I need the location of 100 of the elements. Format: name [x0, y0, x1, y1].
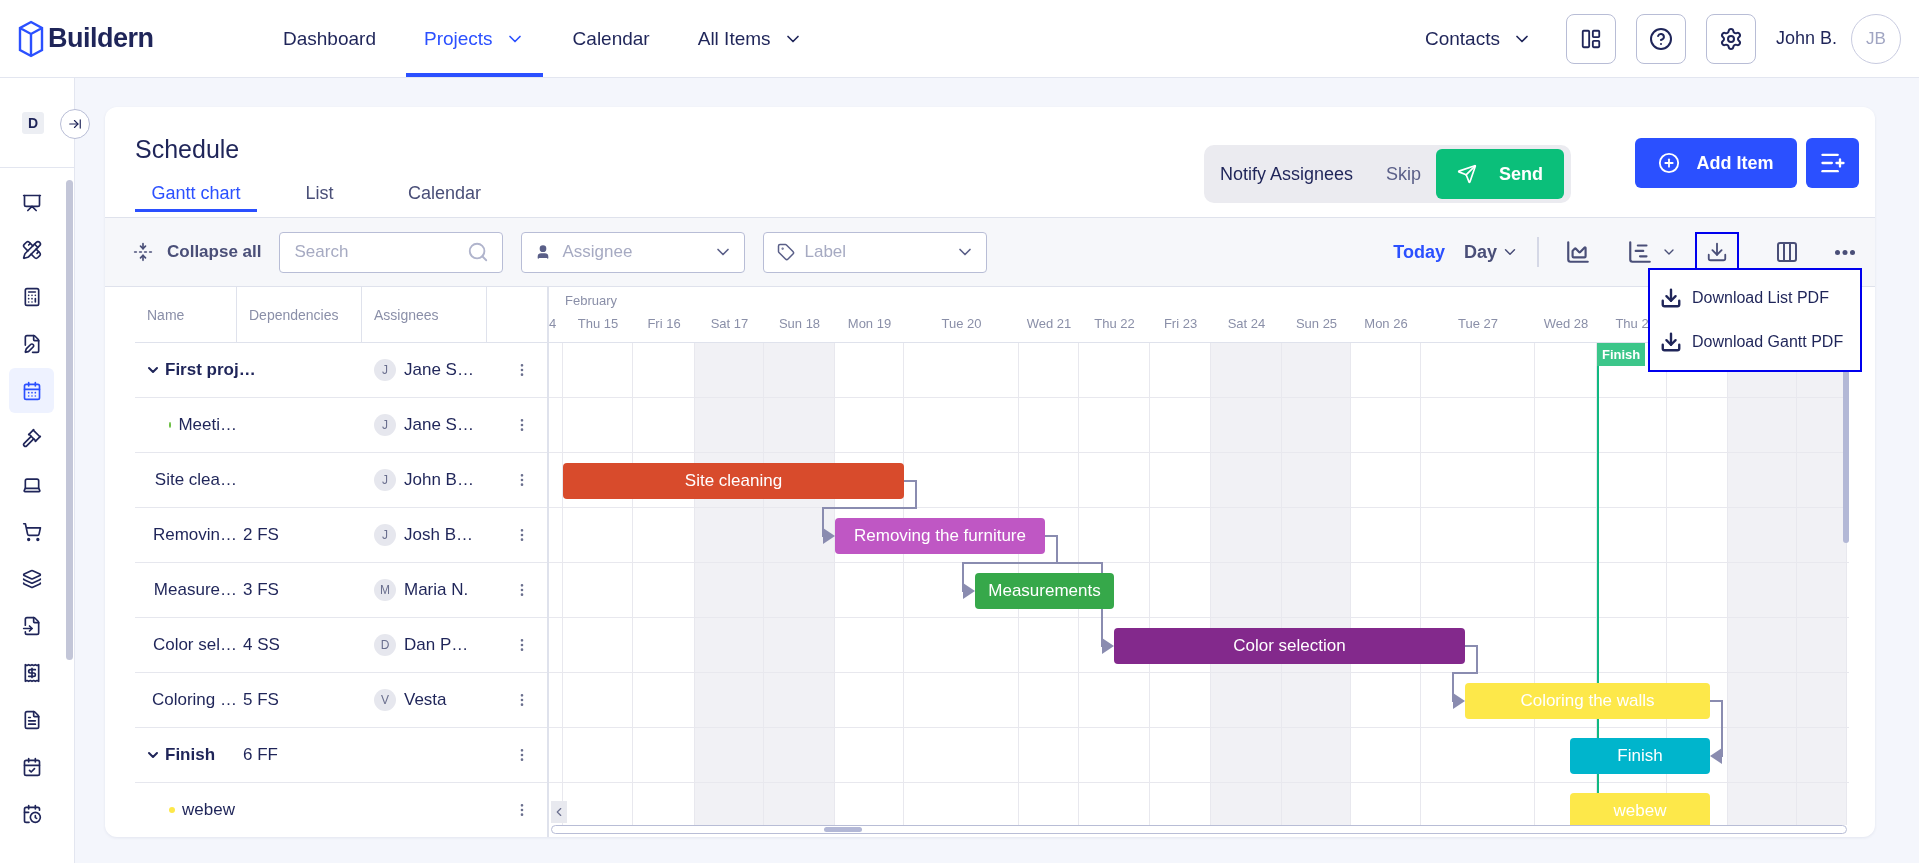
day-label: Thu 22 — [1094, 316, 1135, 331]
day-label: Mon 19 — [847, 316, 892, 331]
notify-label: Notify Assignees — [1220, 163, 1355, 185]
task-name: webew — [182, 800, 235, 820]
label-select[interactable]: Label — [763, 231, 988, 273]
help-icon — [1648, 26, 1673, 51]
search-icon — [467, 241, 490, 263]
dependency-cell-text: 5 FS — [242, 690, 279, 710]
scrollbar-thumb[interactable] — [66, 180, 73, 660]
day-label: Fri 23 — [1163, 316, 1198, 331]
assignee-avatar: J — [374, 359, 396, 381]
file-input-icon — [21, 615, 42, 636]
day-label: Mon 26 — [1364, 316, 1408, 331]
assignee-name: Jane S… — [404, 415, 474, 435]
day-label: Thu 15 — [577, 316, 619, 331]
scale-dropdown[interactable]: Day — [1463, 241, 1519, 263]
assignee-name: Josh B… — [404, 525, 473, 545]
nav-tab[interactable]: Dashboard — [265, 0, 394, 77]
arrow-to-line-icon — [68, 117, 82, 131]
task-name: First proj… — [165, 360, 256, 380]
task-name: Removin… — [152, 525, 237, 545]
send-icon — [1457, 164, 1477, 184]
assignee-avatar: M — [374, 579, 396, 601]
assignee-avatar: J — [374, 469, 396, 491]
cube-logo-icon — [18, 19, 44, 58]
assignee-name: Vesta — [404, 690, 447, 710]
cart-icon — [21, 521, 42, 542]
task-bar[interactable]: Measurements — [975, 573, 1114, 609]
day-label: Wed 28 — [1543, 316, 1589, 331]
help-button[interactable] — [1635, 13, 1686, 64]
layout-button[interactable] — [1565, 13, 1616, 64]
dependency-cell-text: 3 FS — [242, 580, 279, 600]
scroll-left-button[interactable] — [551, 801, 567, 823]
calendar-check-icon — [21, 756, 42, 777]
task-name: Site clea… — [154, 470, 237, 490]
task-name: Meeti… — [178, 415, 237, 435]
day-label: Sun 18 — [778, 316, 821, 331]
task-name: Finish — [165, 745, 216, 765]
page-title: Schedule — [135, 135, 241, 164]
dependency-arrow — [1709, 700, 1723, 764]
settings-button[interactable] — [1705, 13, 1756, 64]
assignee-name: John B… — [404, 470, 474, 490]
view-tab[interactable]: Gantt chart — [135, 178, 257, 212]
assignee-avatar: J — [374, 524, 396, 546]
plus-circle-icon — [1658, 152, 1681, 174]
assignee-avatar: D — [374, 634, 396, 656]
month-label: February — [565, 293, 618, 308]
day-label: Fri 16 — [647, 316, 681, 331]
download-icon — [1660, 287, 1682, 309]
task-name: Color sel… — [152, 635, 237, 655]
gavel-icon — [21, 427, 42, 448]
assignee-avatar: J — [374, 414, 396, 436]
menu-item[interactable]: Download Gantt PDF — [1650, 320, 1860, 364]
collapse-all-button[interactable]: Collapse all — [133, 242, 262, 262]
finish-marker-label: Finish — [1597, 343, 1646, 366]
contacts-menu[interactable]: Contacts — [1424, 27, 1532, 50]
nav-tab[interactable]: All Items — [679, 0, 821, 77]
add-list-button[interactable] — [1806, 138, 1859, 188]
layers-icon — [21, 568, 42, 589]
dependency-arrow — [1452, 645, 1478, 709]
today-button[interactable]: Today — [1393, 241, 1445, 263]
expand-sidebar-button[interactable] — [60, 109, 90, 139]
tag-icon — [777, 243, 796, 261]
task-name: Measure… — [153, 580, 237, 600]
download-icon — [1660, 331, 1682, 353]
brand-name: Buildern — [48, 23, 154, 54]
dependency-cell-text: 4 SS — [242, 635, 280, 655]
add-item-button[interactable]: Add Item — [1635, 138, 1797, 188]
day-label: 4 — [549, 316, 557, 331]
task-name: Coloring … — [151, 690, 237, 710]
column-header: Dependencies — [237, 287, 362, 342]
assignee-name: Jane S… — [404, 360, 474, 380]
pencil-ruler-icon — [21, 239, 42, 260]
task-bar[interactable]: Site cleaning — [563, 463, 904, 499]
area-chart-icon — [1565, 239, 1591, 265]
day-label: Wed 21 — [1026, 316, 1072, 331]
day-label: Thu 2 — [1615, 316, 1649, 331]
nav-tab[interactable]: Calendar — [554, 0, 668, 77]
calendar-clock-icon — [21, 803, 42, 824]
view-tab[interactable]: List — [257, 178, 382, 212]
day-label: Sun 25 — [1295, 316, 1338, 331]
column-header: Name — [135, 287, 237, 342]
assignee-select[interactable]: Assignee — [521, 231, 746, 273]
assignee-name: Dan P… — [404, 635, 469, 655]
skip-button[interactable]: Skip — [1386, 163, 1421, 185]
column-header: Assignees — [362, 287, 487, 342]
project-badge: D — [22, 111, 44, 134]
day-label: Tue 27 — [1458, 316, 1498, 331]
layout-icon — [1579, 27, 1602, 50]
nav-tab[interactable]: Projects — [405, 0, 543, 77]
user-name: John B. — [1775, 28, 1837, 49]
task-bar[interactable]: Removing the furniture — [835, 518, 1045, 554]
search-field[interactable]: Search — [279, 231, 504, 273]
settings-icon — [1718, 26, 1743, 51]
presentation-board-icon — [21, 192, 42, 213]
dependency-cell-text: 6 FF — [242, 745, 278, 765]
day-label: Tue 20 — [941, 316, 982, 331]
menu-item[interactable]: Download List PDF — [1650, 276, 1860, 320]
view-tab[interactable]: Calendar — [382, 178, 507, 212]
task-bar[interactable]: Color selection — [1114, 628, 1465, 664]
